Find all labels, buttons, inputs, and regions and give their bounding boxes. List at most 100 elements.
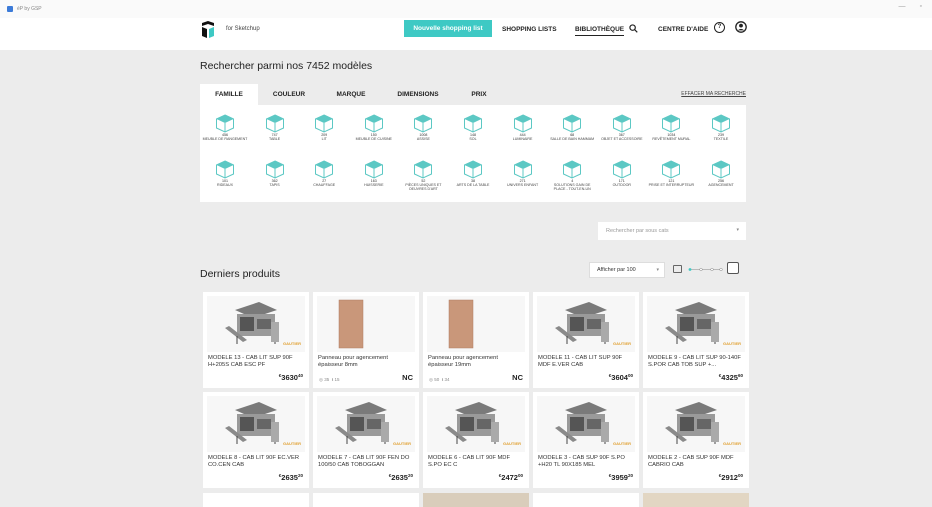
product-thumbnail[interactable]: GAUTIER <box>207 296 305 352</box>
product-card[interactable]: GAUTIER MODÈLE 7 - CAB LIT 90F FEN DO 100… <box>313 392 419 488</box>
category-item[interactable]: 4 SOLUTIONS GAIN DE PLACE - TOUT-EN-UN <box>549 160 595 191</box>
category-label: MEUBLE DE RANGEMENT <box>202 137 248 141</box>
product-price: €247200 <box>499 473 523 482</box>
category-item[interactable]: 101 RIDEAUX <box>202 160 248 187</box>
product-price: NC <box>402 373 413 382</box>
product-card[interactable]: GAUTIER MODÈLE 8 - CAB LIT 90F EC.VER CO.… <box>203 392 309 488</box>
brand-tag: GAUTIER <box>503 441 521 446</box>
category-label: UNIVERS ENFANT <box>507 183 539 187</box>
category-item[interactable]: 68 SALLE DE BAIN HAMMAM <box>549 114 595 141</box>
price-cents: 20 <box>627 473 633 478</box>
tab-marque[interactable]: MARQUE <box>320 84 382 105</box>
category-item[interactable]: 747 TABLE <box>252 114 298 141</box>
category-label: TEXTILE <box>713 137 729 141</box>
nav-help-center[interactable]: CENTRE D'AIDE <box>658 26 708 33</box>
window-title: éP by GSP <box>17 6 42 12</box>
per-page-select[interactable]: Afficher par 100 ▾ <box>589 262 665 278</box>
category-item[interactable]: 271 UNIVERS ENFANT <box>500 160 546 187</box>
tab-prix[interactable]: PRIX <box>454 84 504 105</box>
product-stats: ◎ 35 ⭳ 15 <box>319 377 340 382</box>
product-thumbnail[interactable]: GAUTIER <box>647 296 745 352</box>
app-header: for Sketchup Nouvelle shopping list SHOP… <box>0 18 932 50</box>
tab-dimensions[interactable]: DIMENSIONS <box>382 84 454 105</box>
per-page-value: Afficher par 100 <box>597 267 636 273</box>
category-item[interactable]: 1008 ASSISE <box>400 114 446 141</box>
product-card[interactable] <box>203 493 309 507</box>
product-thumbnail[interactable]: GAUTIER <box>207 396 305 452</box>
minimize-icon[interactable]: — <box>899 3 906 10</box>
category-label: SALLE DE BAIN HAMMAM <box>550 137 595 141</box>
category-item[interactable]: 362 TAPIS <box>252 160 298 187</box>
thumbnail-size-slider[interactable] <box>687 268 723 271</box>
product-card[interactable]: Panneau pour agencement épaisseur 8mm ◎ 3… <box>313 292 419 388</box>
download-count: 15 <box>334 377 340 382</box>
view-count: 35 <box>324 377 330 382</box>
user-account-icon[interactable] <box>735 21 747 33</box>
category-item[interactable]: 121 PRISE ET INTERRUPTEUR <box>648 160 694 187</box>
category-item[interactable]: 1034 REVÊTEMENT MURAL <box>648 114 694 141</box>
product-card[interactable]: GAUTIER MODÈLE 13 - CAB LIT SUP 90F H+205… <box>203 292 309 388</box>
product-thumbnail[interactable] <box>317 296 415 352</box>
category-item[interactable]: 209 LIT <box>301 114 347 141</box>
tab-famille[interactable]: FAMILLE <box>200 84 258 105</box>
nav-shopping-lists[interactable]: SHOPPING LISTS <box>502 26 557 33</box>
category-item[interactable]: 38 ARTS DE LA TABLE <box>450 160 496 187</box>
nav-library[interactable]: BIBLIOTHÈQUE <box>575 26 625 36</box>
product-price: €363040 <box>279 373 303 382</box>
category-label: SOL <box>469 137 477 141</box>
category-item[interactable]: 171 OUTDOOR <box>599 160 645 187</box>
product-thumbnail[interactable]: GAUTIER <box>537 296 635 352</box>
category-item[interactable]: 27 CHAUFFAGE <box>301 160 347 187</box>
price-amount: 2635 <box>391 473 408 482</box>
search-icon[interactable] <box>629 24 638 33</box>
product-card[interactable]: GAUTIER MODÈLE 9 - CAB LIT SUP 90-140F S.… <box>643 292 749 388</box>
product-thumbnail[interactable] <box>427 296 525 352</box>
product-name: MODÈLE 6 - CAB LIT 90F MDF S.PO EC C <box>428 455 511 468</box>
category-item[interactable]: 367 OBJET ET ACCESSOIRE <box>599 114 645 141</box>
new-shopping-list-button[interactable]: Nouvelle shopping list <box>404 20 492 37</box>
logo-icon[interactable] <box>201 21 215 39</box>
category-item[interactable]: 444 LUMINAIRE <box>500 114 546 141</box>
category-item[interactable]: 163 HUISSERIE <box>351 160 397 187</box>
product-card[interactable] <box>533 493 639 507</box>
large-thumbnail-icon[interactable] <box>727 262 739 274</box>
product-card[interactable] <box>643 493 749 507</box>
category-cube-icon <box>563 114 582 133</box>
category-cube-icon <box>612 114 631 133</box>
product-thumbnail[interactable]: GAUTIER <box>317 396 415 452</box>
price-cents: 00 <box>737 473 743 478</box>
category-item[interactable]: 150 MEUBLE DE CUISINE <box>351 114 397 141</box>
product-card[interactable]: Panneau pour agencement épaisseur 19mm ◎ … <box>423 292 529 388</box>
category-label: TABLE <box>269 137 281 141</box>
product-card[interactable]: GAUTIER MODÈLE 6 - CAB LIT 90F MDF S.PO E… <box>423 392 529 488</box>
category-cube-icon <box>265 114 284 133</box>
category-item[interactable]: 52 PIÈCES UNIQUES ET OEUVRES D'ART <box>400 160 446 191</box>
product-name: Panneau pour agencement épaisseur 8mm <box>318 355 388 368</box>
category-item[interactable]: 456 MEUBLE DE RANGEMENT <box>202 114 248 141</box>
category-cube-icon <box>216 160 234 179</box>
small-thumbnail-icon[interactable] <box>673 265 682 273</box>
category-item[interactable]: 239 TEXTILE <box>698 114 744 141</box>
category-cube-icon <box>513 114 532 133</box>
product-card[interactable]: GAUTIER MODÈLE 3 - CAB SUP 90F S.PO +H20 … <box>533 392 639 488</box>
product-thumbnail[interactable]: GAUTIER <box>647 396 745 452</box>
category-cube-icon <box>464 114 482 133</box>
category-item[interactable]: 148 SOL <box>450 114 496 141</box>
product-thumbnail[interactable]: GAUTIER <box>427 396 525 452</box>
product-name: MODÈLE 8 - CAB LIT 90F EC.VER CO.CEN CAB <box>208 455 300 468</box>
product-card[interactable]: GAUTIER MODÈLE 11 - CAB LIT SUP 90F MDF E… <box>533 292 639 388</box>
category-label: PRISE ET INTERRUPTEUR <box>648 183 695 187</box>
category-cube-icon <box>364 114 383 133</box>
product-name: MODÈLE 2 - CAB SUP 90F MDF CABRIO CAB <box>648 455 734 468</box>
product-card[interactable] <box>313 493 419 507</box>
view-count: 50 <box>434 377 440 382</box>
help-icon[interactable]: ? <box>714 22 725 33</box>
tab-couleur[interactable]: COULEUR <box>258 84 320 105</box>
product-card[interactable] <box>423 493 529 507</box>
product-card[interactable]: GAUTIER MODÈLE 2 - CAB SUP 90F MDF CABRIO… <box>643 392 749 488</box>
reset-search-link[interactable]: EFFACER MA RECHERCHE <box>681 91 746 97</box>
product-thumbnail[interactable]: GAUTIER <box>537 396 635 452</box>
subcategory-search-select[interactable]: Rechercher par sous cats ▾ <box>598 222 746 240</box>
maximize-icon[interactable]: ▫ <box>920 3 922 10</box>
category-item[interactable]: 256 AGENCEMENT <box>698 160 744 187</box>
